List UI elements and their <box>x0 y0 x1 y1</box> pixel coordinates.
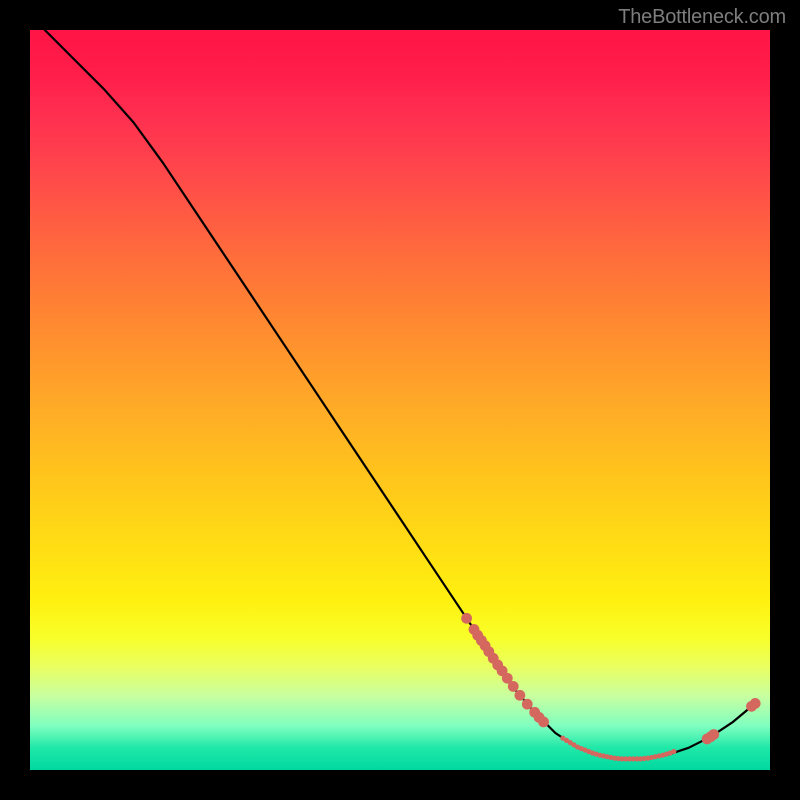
data-point <box>671 749 676 754</box>
data-point <box>538 717 549 728</box>
plot-area <box>30 30 770 770</box>
data-point <box>508 681 519 692</box>
data-point <box>514 690 525 701</box>
data-point <box>461 613 472 624</box>
curve-line <box>45 30 755 759</box>
data-point <box>708 729 719 740</box>
data-point <box>750 698 761 709</box>
chart-stage: TheBottleneck.com <box>0 0 800 800</box>
data-point <box>522 699 533 710</box>
attribution-label: TheBottleneck.com <box>618 6 786 29</box>
chart-svg <box>30 30 770 770</box>
